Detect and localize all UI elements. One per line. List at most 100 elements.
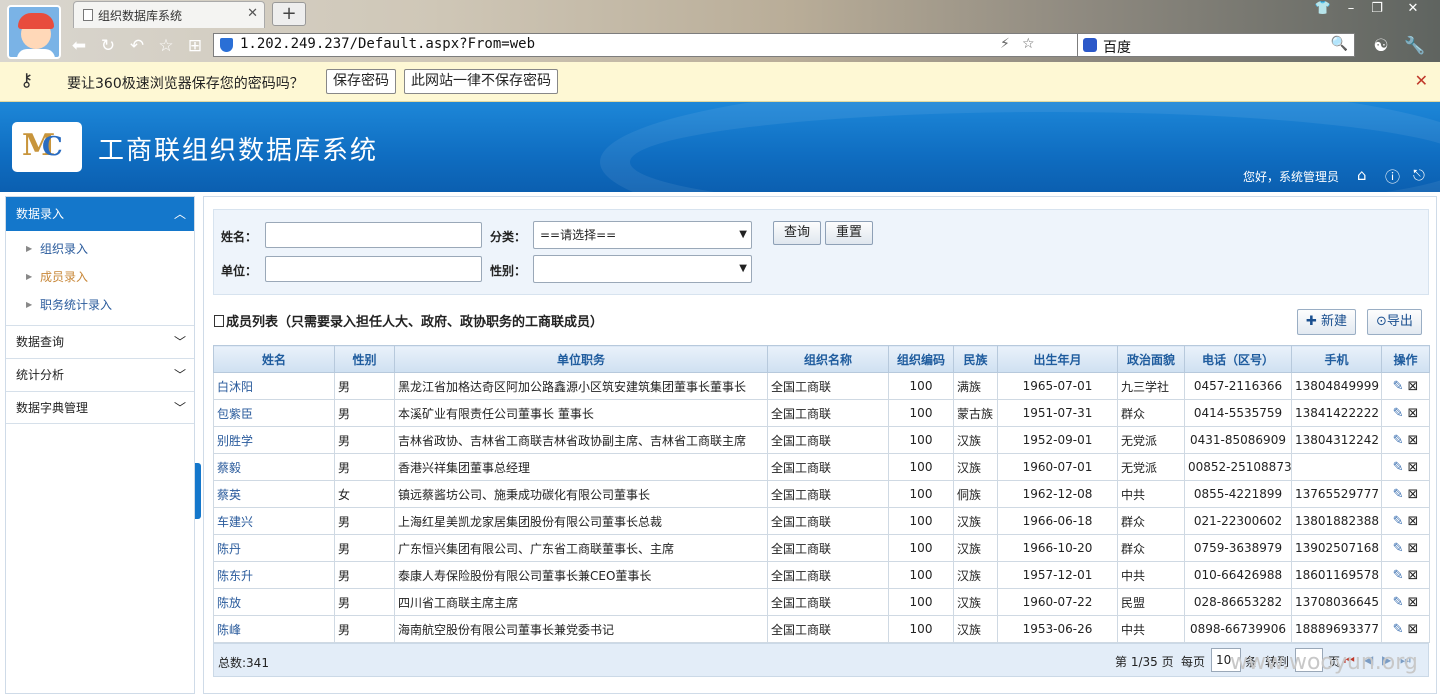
gender-select[interactable]: ▼ bbox=[533, 255, 752, 283]
sidebar-item-label: 成员录入 bbox=[40, 270, 89, 284]
delete-icon[interactable]: ⊠ bbox=[1408, 514, 1419, 529]
triangle-icon: ▶ bbox=[26, 300, 33, 309]
member-name-link[interactable]: 包紫臣 bbox=[213, 399, 335, 427]
delete-icon[interactable]: ⊠ bbox=[1408, 622, 1419, 637]
new-button[interactable]: ✚ 新建 bbox=[1297, 309, 1357, 335]
sidebar-item-member-entry[interactable]: ▶ 成员录入 bbox=[6, 263, 194, 291]
logout-icon[interactable]: ⎋ bbox=[1413, 166, 1425, 184]
member-name-link[interactable]: 别胜学 bbox=[213, 426, 335, 454]
name-input[interactable] bbox=[265, 222, 482, 248]
sidebar-group-dictionary[interactable]: 数据字典管理 ﹀ bbox=[6, 391, 194, 424]
member-name-link[interactable]: 陈丹 bbox=[213, 534, 335, 562]
column-header: 姓名 bbox=[213, 345, 335, 373]
delete-icon[interactable]: ⊠ bbox=[1408, 541, 1419, 556]
table-cell: 全国工商联 bbox=[767, 561, 889, 589]
column-header: 手机 bbox=[1291, 345, 1382, 373]
table-cell: 吉林省政协、吉林省工商联吉林省政协副主席、吉林省工商联主席 bbox=[394, 426, 768, 454]
table-cell: 汉族 bbox=[953, 426, 998, 454]
edit-icon[interactable]: ✎ bbox=[1393, 514, 1404, 529]
member-name-link[interactable]: 陈峰 bbox=[213, 615, 335, 643]
sidebar-group-data-query[interactable]: 数据查询 ﹀ bbox=[6, 325, 194, 358]
help-icon[interactable]: ⓘ bbox=[1385, 166, 1400, 187]
skin-icon[interactable]: 👕 bbox=[1310, 0, 1336, 18]
sidebar-group-label: 数据字典管理 bbox=[16, 401, 89, 415]
table-cell: 1960-07-22 bbox=[997, 588, 1118, 616]
sidebar-collapse-handle[interactable] bbox=[195, 463, 201, 519]
unit-input[interactable] bbox=[265, 256, 482, 282]
browser-chrome: 组织数据库系统 ✕ + 👕 – ❐ ✕ ⬅ ↻ ↶ ☆ ⊞ 1.202.249.… bbox=[0, 0, 1440, 62]
baidu-logo-icon bbox=[1083, 38, 1097, 52]
member-name-link[interactable]: 车建兴 bbox=[213, 507, 335, 535]
edit-icon[interactable]: ✎ bbox=[1393, 541, 1404, 556]
row-actions: ✎ ⊠ bbox=[1381, 561, 1430, 589]
chevron-down-icon: ﹀ bbox=[173, 401, 186, 415]
member-name-link[interactable]: 蔡英 bbox=[213, 480, 335, 508]
delete-icon[interactable]: ⊠ bbox=[1408, 568, 1419, 583]
tab-close-icon[interactable]: ✕ bbox=[247, 6, 258, 21]
save-password-button[interactable]: 保存密码 bbox=[326, 69, 396, 94]
password-message: 要让360极速浏览器保存您的密码吗？ bbox=[67, 76, 304, 92]
delete-icon[interactable]: ⊠ bbox=[1408, 433, 1419, 448]
edit-icon[interactable]: ✎ bbox=[1393, 622, 1404, 637]
main-content: 姓名： 分类： ==请选择== ▼ 查询 重置 单位： 性别： ▼ 成员列表（只… bbox=[203, 196, 1437, 694]
edit-icon[interactable]: ✎ bbox=[1393, 379, 1404, 394]
sidebar-group-data-entry[interactable]: 数据录入 ︿ bbox=[6, 197, 194, 231]
bookmark-star-icon[interactable]: ☆ bbox=[1022, 36, 1035, 52]
close-window-button[interactable]: ✕ bbox=[1400, 0, 1426, 18]
member-name-link[interactable]: 陈放 bbox=[213, 588, 335, 616]
search-bar[interactable]: 百度 🔍 bbox=[1077, 33, 1355, 57]
page-info: 第 1/35 页 bbox=[1115, 655, 1174, 669]
member-name-link[interactable]: 陈东升 bbox=[213, 561, 335, 589]
table-cell: 全国工商联 bbox=[767, 480, 889, 508]
tools-wrench-icon[interactable]: 🔧 bbox=[1404, 35, 1426, 57]
table-cell: 1957-12-01 bbox=[997, 561, 1118, 589]
export-button[interactable]: ⊙导出 bbox=[1367, 309, 1422, 335]
category-select[interactable]: ==请选择== ▼ bbox=[533, 221, 752, 249]
delete-icon[interactable]: ⊠ bbox=[1408, 406, 1419, 421]
search-icon[interactable]: 🔍 bbox=[1331, 36, 1348, 52]
edit-icon[interactable]: ✎ bbox=[1393, 433, 1404, 448]
query-button[interactable]: 查询 bbox=[773, 221, 822, 245]
edit-icon[interactable]: ✎ bbox=[1393, 460, 1404, 475]
close-bar-icon[interactable]: ✕ bbox=[1415, 71, 1428, 90]
undo-icon[interactable]: ↶ bbox=[126, 35, 148, 57]
table-cell: 男 bbox=[334, 561, 395, 589]
back-icon[interactable]: ⬅ bbox=[68, 35, 90, 57]
delete-icon[interactable]: ⊠ bbox=[1408, 379, 1419, 394]
list-title-text: 成员列表（只需要录入担任人大、政府、政协职务的工商联成员） bbox=[226, 315, 604, 330]
delete-icon[interactable]: ⊠ bbox=[1408, 460, 1419, 475]
url-text[interactable]: 1.202.249.237/Default.aspx?From=web bbox=[240, 36, 535, 52]
apps-icon[interactable]: ⊞ bbox=[184, 35, 206, 57]
per-page-label: 每页 bbox=[1181, 655, 1206, 669]
sidebar-item-position-stats[interactable]: ▶ 职务统计录入 bbox=[6, 291, 194, 319]
lightning-icon[interactable]: ⚡ bbox=[1000, 36, 1010, 52]
edit-icon[interactable]: ✎ bbox=[1393, 406, 1404, 421]
table-row: 陈放男四川省工商联主席主席 全国工商联 100 汉族 1960-07-22 民盟 028-8… bbox=[213, 588, 1430, 616]
favorite-icon[interactable]: ☆ bbox=[155, 35, 177, 57]
user-avatar[interactable] bbox=[7, 5, 61, 59]
table-cell: 全国工商联 bbox=[767, 372, 889, 400]
edit-icon[interactable]: ✎ bbox=[1393, 487, 1404, 502]
edit-icon[interactable]: ✎ bbox=[1393, 568, 1404, 583]
browser-tab[interactable]: 组织数据库系统 ✕ bbox=[73, 1, 265, 28]
maximize-button[interactable]: ❐ bbox=[1364, 0, 1390, 18]
sidebar-item-org-entry[interactable]: ▶ 组织录入 bbox=[6, 235, 194, 263]
reset-button[interactable]: 重置 bbox=[825, 221, 874, 245]
table-cell: 1965-07-01 bbox=[997, 372, 1118, 400]
edit-icon[interactable]: ✎ bbox=[1393, 595, 1404, 610]
member-name-link[interactable]: 蔡毅 bbox=[213, 453, 335, 481]
table-row: 蔡英女镇远蔡酱坊公司、施秉成功碳化有限公司董事长 全国工商联 100 侗族 1962-1… bbox=[213, 480, 1430, 508]
minimize-button[interactable]: – bbox=[1338, 0, 1364, 18]
unit-label: 单位： bbox=[221, 264, 258, 278]
address-bar[interactable]: 1.202.249.237/Default.aspx?From=web ⚡ ☆ … bbox=[213, 33, 1135, 57]
member-name-link[interactable]: 白沐阳 bbox=[213, 372, 335, 400]
refresh-icon[interactable]: ↻ bbox=[97, 35, 119, 57]
delete-icon[interactable]: ⊠ bbox=[1408, 595, 1419, 610]
home-icon[interactable]: ⌂ bbox=[1357, 166, 1367, 184]
sidebar-group-stats[interactable]: 统计分析 ﹀ bbox=[6, 358, 194, 391]
delete-icon[interactable]: ⊠ bbox=[1408, 487, 1419, 502]
extension-icon[interactable]: ☯ bbox=[1370, 35, 1392, 57]
new-tab-button[interactable]: + bbox=[272, 2, 306, 26]
table-cell: 上海红星美凯龙家居集团股份有限公司董事长总裁 bbox=[394, 507, 768, 535]
never-save-button[interactable]: 此网站一律不保存密码 bbox=[404, 69, 558, 94]
